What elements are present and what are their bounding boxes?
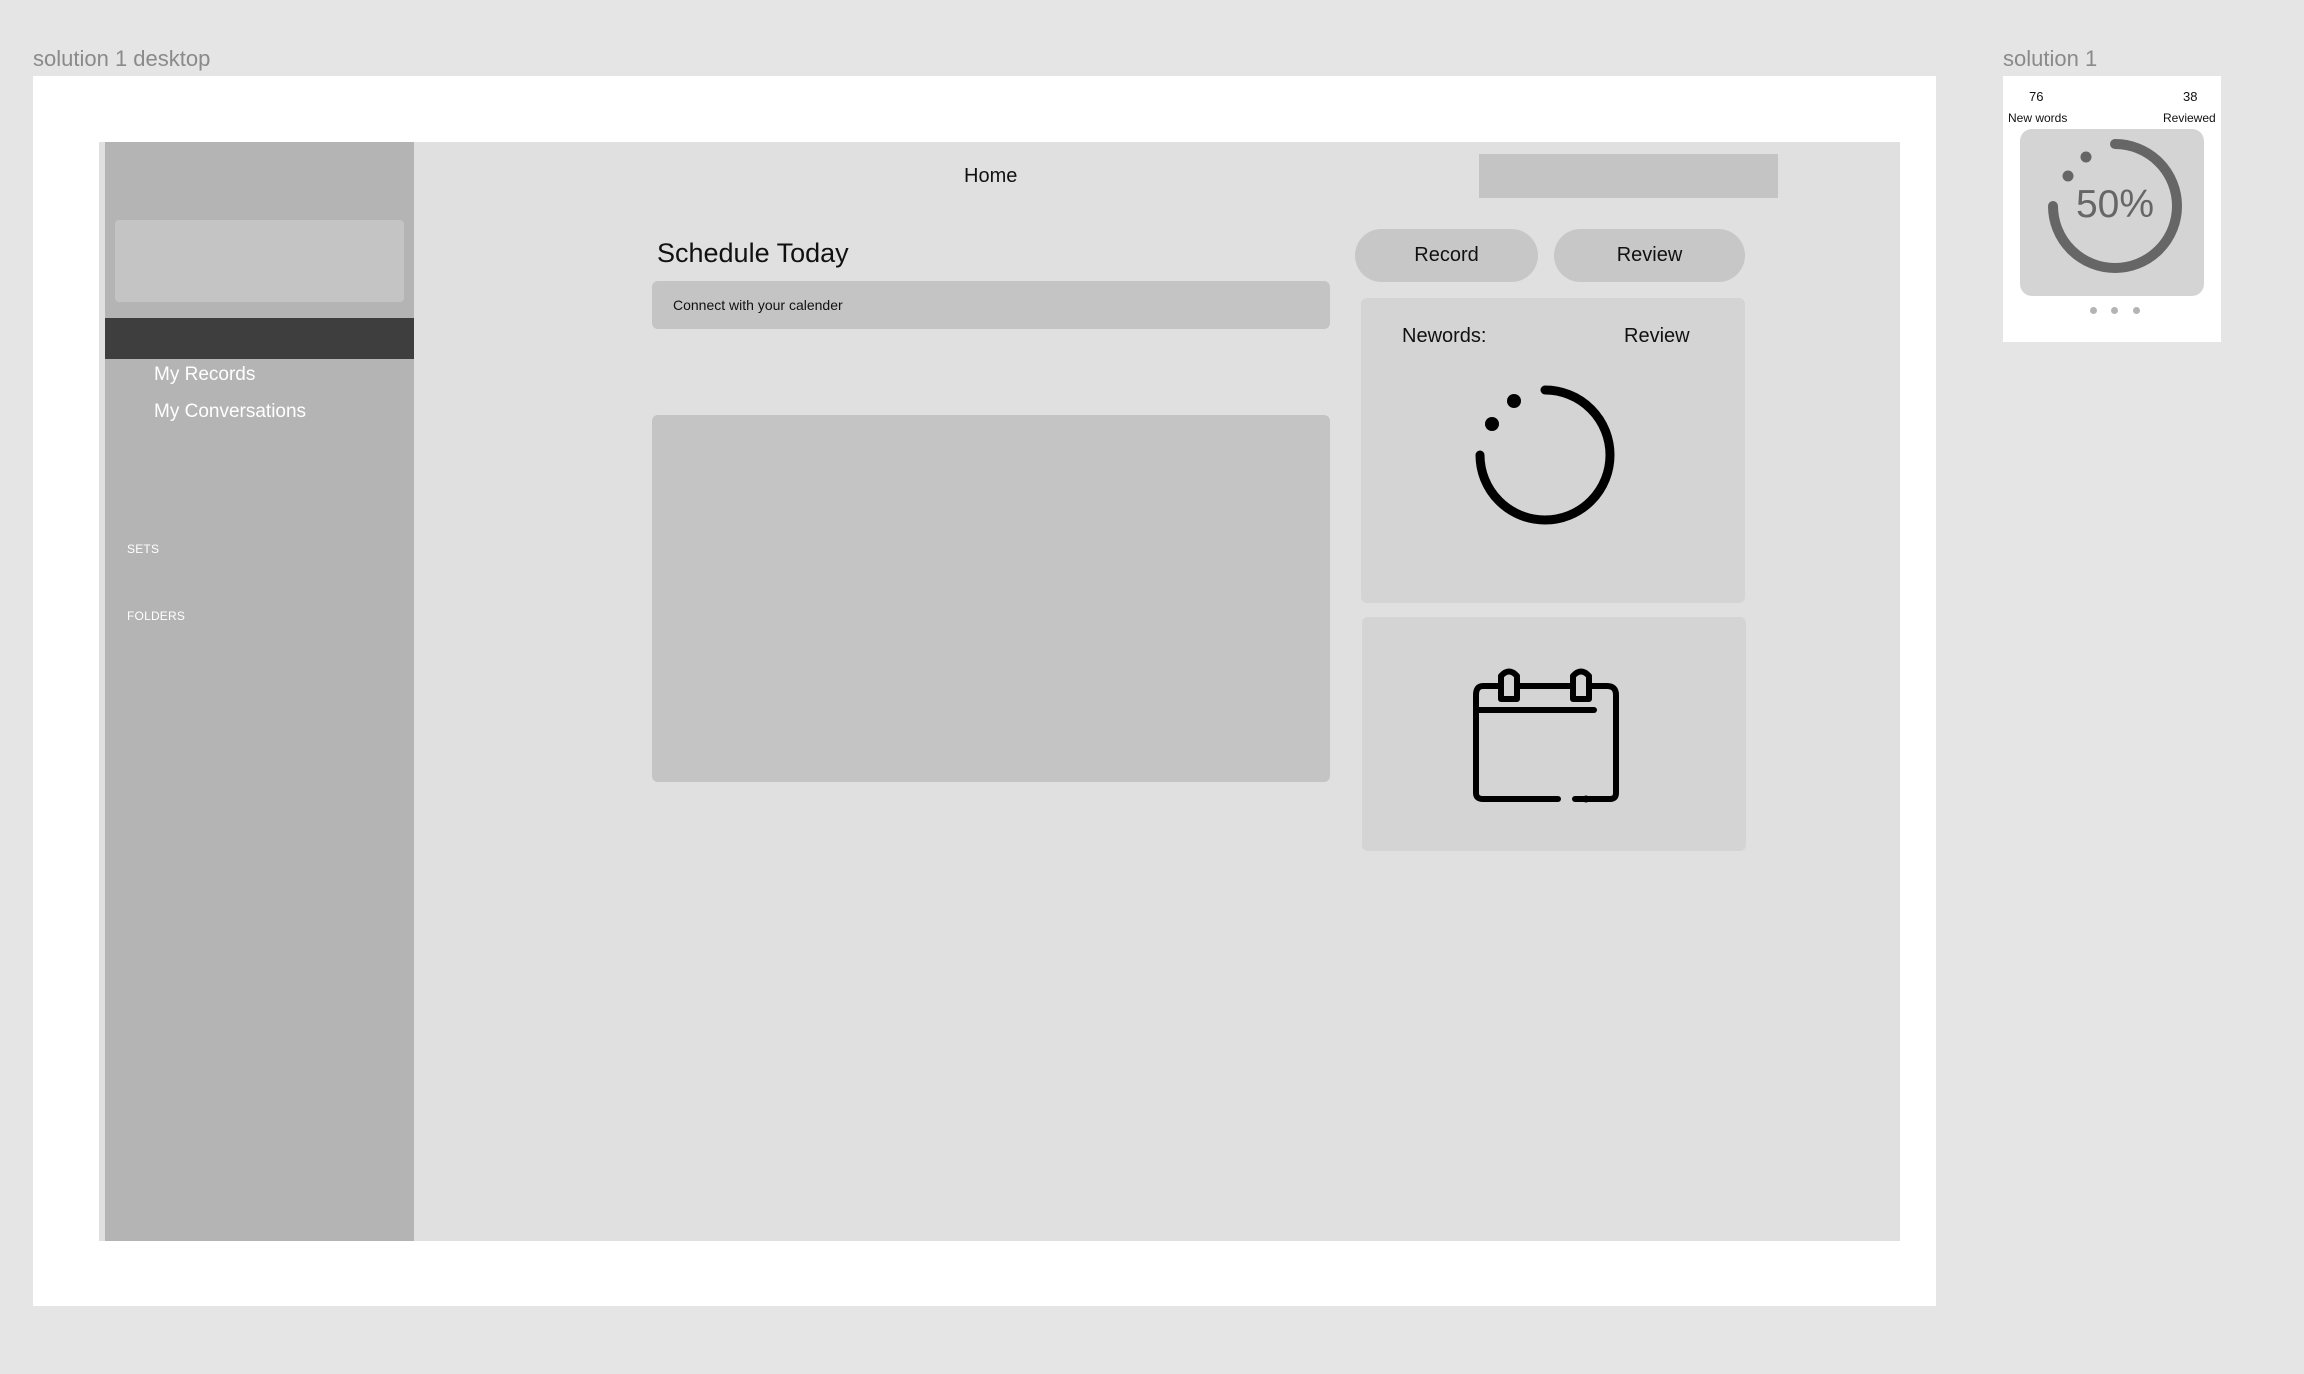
progress-percent: 50% bbox=[2075, 183, 2155, 226]
loading-ring-icon bbox=[1475, 385, 1615, 525]
schedule-area bbox=[652, 415, 1330, 782]
record-button[interactable]: Record bbox=[1355, 229, 1538, 282]
sidebar-item-my-conversations[interactable]: My Conversations bbox=[154, 401, 306, 423]
review-button[interactable]: Review bbox=[1554, 229, 1745, 282]
schedule-title: Schedule Today bbox=[657, 238, 849, 268]
sidebar-item-my-records[interactable]: My Records bbox=[154, 364, 255, 386]
new-words-label: New words bbox=[2008, 111, 2068, 125]
desktop-frame-label: solution 1 desktop bbox=[33, 46, 211, 71]
page-dot[interactable] bbox=[2090, 307, 2097, 314]
new-words-count: 76 bbox=[2029, 89, 2044, 104]
page-title: Home bbox=[964, 165, 1018, 187]
calendar-icon bbox=[1473, 668, 1619, 803]
connect-calendar-label: Connect with your calender bbox=[673, 297, 843, 313]
sidebar-section-folders[interactable]: FOLDERS bbox=[127, 609, 185, 623]
page-dot[interactable] bbox=[2111, 307, 2118, 314]
search-input[interactable] bbox=[1479, 154, 1778, 198]
mobile-frame-label: solution 1 bbox=[2003, 46, 2098, 71]
newords-label: Newords: bbox=[1402, 325, 1487, 347]
sidebar-section-sets[interactable]: SETS bbox=[127, 542, 159, 556]
sidebar-logo-placeholder bbox=[115, 220, 404, 302]
sidebar-active-item[interactable] bbox=[105, 318, 414, 359]
reviewed-label: Reviewed bbox=[2163, 111, 2216, 125]
reviewed-count: 38 bbox=[2183, 89, 2198, 104]
review-label: Review bbox=[1624, 325, 1690, 347]
sidebar bbox=[105, 142, 414, 1241]
page-dot[interactable] bbox=[2133, 307, 2140, 314]
